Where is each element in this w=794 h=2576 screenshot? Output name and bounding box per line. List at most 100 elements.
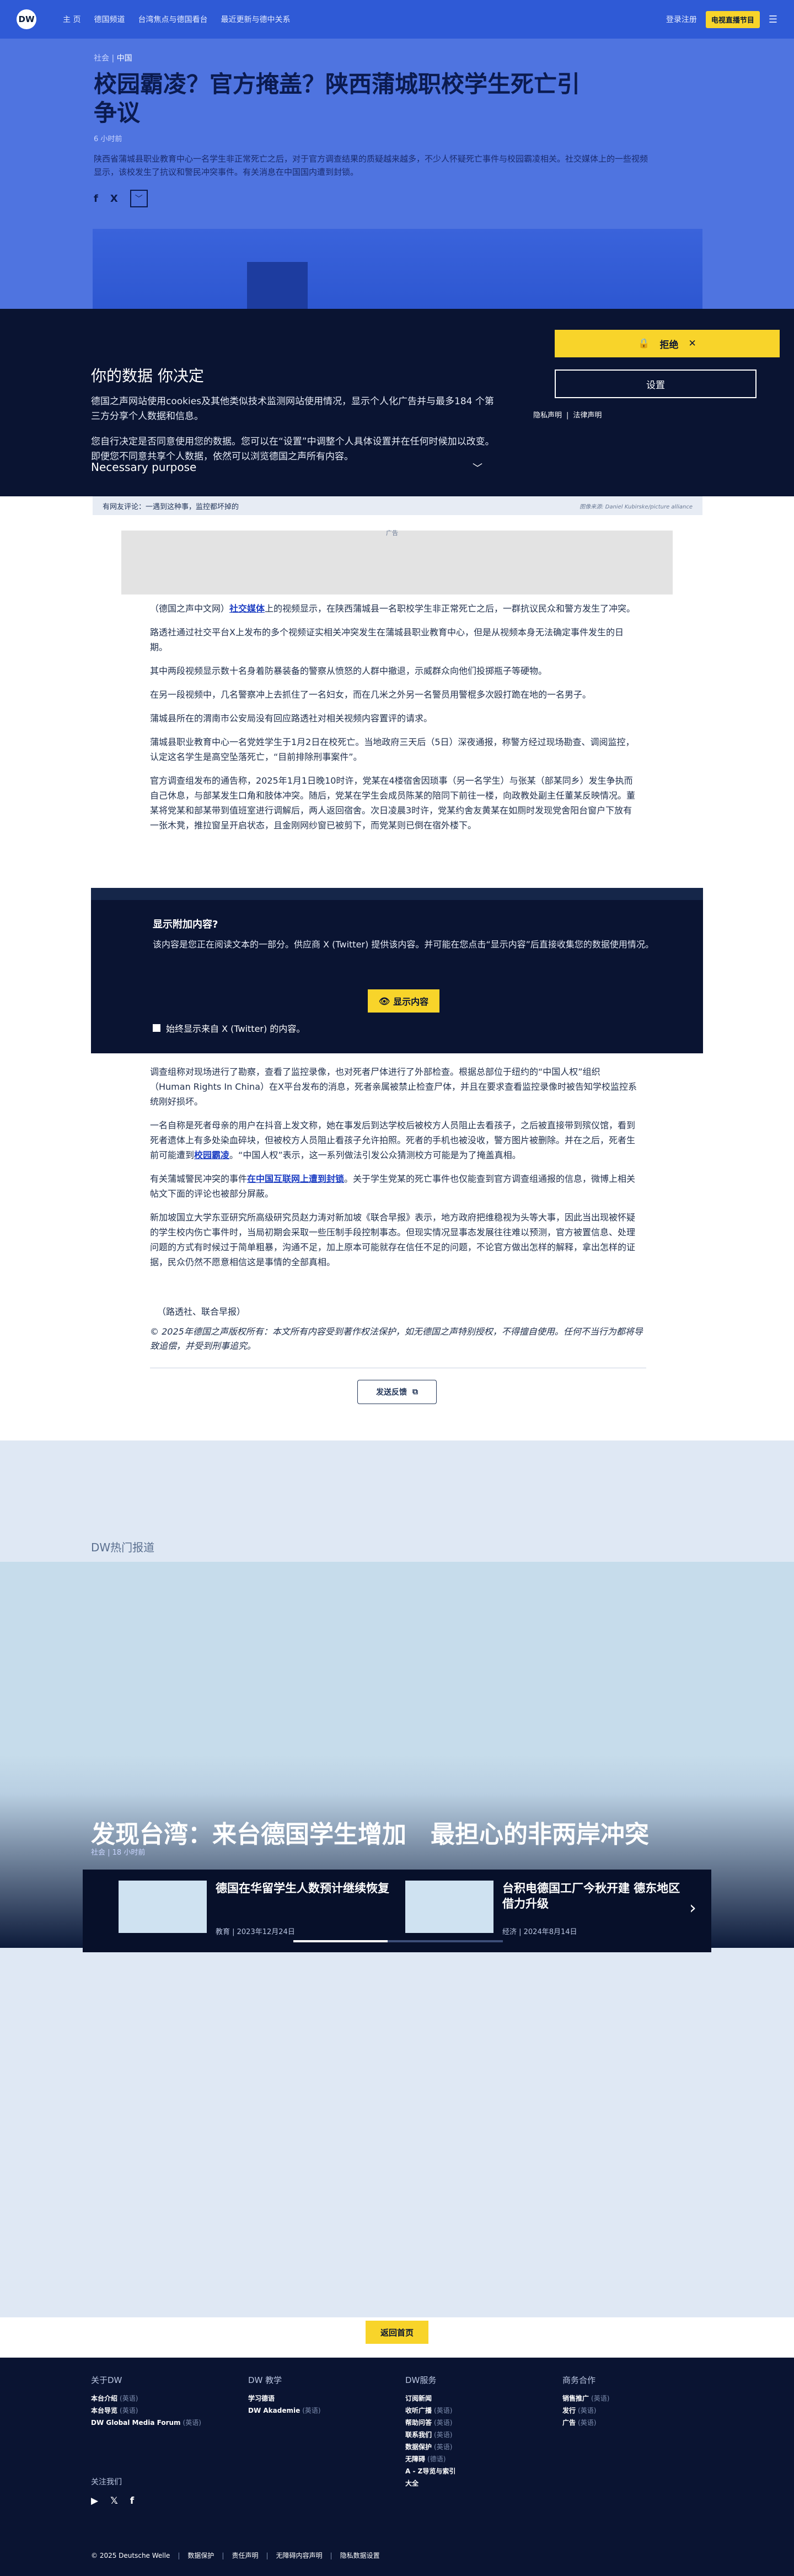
copyright-notice: © 2025年德国之声版权所有：本文所有内容受到著作权法保护，如无德国之声特别授… [150, 1326, 643, 1351]
article-body-2: 调查组称对现场进行了勘察，查看了监控录像，也对死者尸体进行了外部检查。根据总部位… [150, 1064, 641, 1278]
footer-column: DW服务 订阅新闻 收听广播 (英语) 帮助问答 (英语) 联系我们 (英语) 数据保… [405, 2374, 549, 2489]
embed-description: 该内容是您正在阅读文本的一部分。供应商 X (Twitter) 提供该内容。并可… [153, 939, 654, 950]
breadcrumb-section[interactable]: 社会 | [94, 54, 114, 63]
cookie-text-1: 德国之声网站使用cookies及其他类似技术监测网站使用情况，显示个人化广告并与… [91, 396, 494, 422]
show-content-label: 显示内容 [393, 997, 429, 1007]
always-show-checkbox[interactable] [153, 1024, 160, 1032]
cookie-links: 隐私声明 | 法律声明 [533, 411, 602, 420]
teaser-title: 德国在华留学生人数预计继续恢复 [216, 1882, 389, 1895]
follow-label: 关注我们 [91, 2478, 122, 2487]
footer-link[interactable]: A - Z导览与索引 [405, 2465, 549, 2477]
legal-link[interactable]: 隐私数据设置 [340, 2551, 380, 2560]
image-credit: 图像来源: Daniel Kubirske/picture alliance [580, 504, 693, 510]
teaser-title: 台积电德国工厂今秋开建 德东地区借力升级 [502, 1882, 680, 1910]
footer-link[interactable]: 本台介绍 (英语) [91, 2392, 234, 2404]
chevron-down-icon[interactable]: ﹀ [130, 190, 148, 207]
article-title: 校园霸凌？官方掩盖？陕西蒲城职校学生死亡引争议 [94, 71, 581, 126]
cookie-title: 你的数据 你决定 [91, 367, 204, 385]
eye-icon: 👁 [378, 995, 390, 1006]
always-show-label: 始终显示来自 X (Twitter) 的内容。 [166, 1024, 305, 1034]
external-content-embed: 显示附加内容? 该内容是您正在阅读文本的一部分。供应商 X (Twitter) … [91, 888, 703, 1053]
login-link[interactable]: 登录注册 [666, 14, 697, 25]
article-hero: 社会 | 中国 校园霸凌？官方掩盖？陕西蒲城职校学生死亡引争议 6 小时前 陕西… [0, 39, 794, 347]
footer-heading: 关于DW [91, 2375, 122, 2385]
ad-placeholder [121, 531, 673, 595]
paragraph: 蒲城县职业教育中心一名党姓学生于1月2日在校死亡。当地政府三天后（5日）深夜通报… [150, 737, 635, 762]
inline-link[interactable]: 社交媒体 [229, 603, 265, 614]
nav-item-home[interactable]: 主 页 [63, 14, 81, 25]
teaser-card[interactable]: 德国在华留学生人数预计继续恢复 教育 | 2023年12月24日 [119, 1881, 394, 1936]
teaser-card[interactable]: 台积电德国工厂今秋开建 德东地区借力升级 经济 | 2024年8月14日 [405, 1881, 681, 1936]
ad-label: 广告 [386, 529, 398, 537]
footer-link[interactable]: 大全 [405, 2477, 549, 2489]
footer-heading: DW服务 [405, 2375, 437, 2385]
article-source: （路透社、联合早报） [157, 1306, 246, 1317]
article-body-1: （德国之声中文网）社交媒体上的视频显示，在陕西蒲城县一名职校学生非正常死亡之后，… [150, 601, 641, 842]
footer-heading: DW 教学 [248, 2375, 282, 2385]
chevron-right-icon[interactable]: › [689, 1897, 696, 1918]
live-tv-button[interactable]: 电视直播节目 [705, 10, 760, 28]
nav-item-germany[interactable]: 德国频道 [94, 14, 125, 25]
footer-link[interactable]: DW Global Media Forum (英语) [91, 2417, 234, 2429]
embed-title: 显示附加内容? [153, 919, 218, 930]
footer-link[interactable]: 帮助问答 (英语) [405, 2417, 549, 2429]
back-to-top-button[interactable]: 返回首页 [366, 2321, 428, 2344]
paragraph: 路透社通过社交平台X上发布的多个视频证实相关冲突发生在蒲城县职业教育中心，但是从… [150, 627, 624, 652]
legal-links: © 2025 Deutsche Welle | 数据保护 | 责任声明 | 无障碍内容… [91, 2551, 380, 2560]
x-icon[interactable]: 𝕏 [110, 2495, 118, 2507]
purpose-accordion[interactable]: Necessary purpose ﹀ [91, 460, 482, 475]
footer-link[interactable]: 联系我们 (英语) [405, 2429, 549, 2441]
paragraph: 一名自称是死者母亲的用户在抖音上发文称，她在事发后到达学校后被校方人员阻止去看孩… [150, 1120, 636, 1160]
breadcrumb: 社会 | 中国 [94, 52, 700, 63]
copyright-text: © 2025 Deutsche Welle [91, 2551, 170, 2559]
feedback-button[interactable]: 发送反馈 ⧉ [357, 1380, 437, 1404]
footer-link[interactable]: 本台导览 (英语) [91, 2404, 234, 2417]
settings-button[interactable]: 设置 [555, 369, 757, 398]
x-icon[interactable]: X [110, 193, 118, 205]
footer-link[interactable]: 发行 (英语) [562, 2404, 706, 2417]
footer-link[interactable]: DW Akademie (英语) [248, 2404, 391, 2417]
paragraph: 有关蒲城警民冲突的事件在中国互联网上遭到封锁。关于学生党某的死亡事件也仅能查到官… [150, 1174, 636, 1199]
facebook-icon[interactable]: f [130, 2495, 134, 2507]
purpose-label: Necessary purpose [91, 460, 197, 474]
reject-button[interactable]: 🔒 拒绝 ✕ [555, 330, 780, 357]
nav-item-latest[interactable]: 最近更新与德中关系 [221, 14, 290, 25]
footer-link[interactable]: 无障碍 (德语) [405, 2453, 549, 2465]
paragraph: 蒲城县所在的渭南市公安局没有回应路透社对相关视频内容置评的请求。 [150, 713, 433, 724]
breadcrumb-region[interactable]: 中国 [117, 54, 132, 63]
show-content-button[interactable]: 👁 显示内容 [368, 989, 439, 1013]
reject-label: 拒绝 [659, 339, 679, 351]
footer-link[interactable]: 数据保护 (英语) [405, 2441, 549, 2453]
youtube-icon[interactable]: ▶ [91, 2495, 98, 2507]
header-actions: 登录注册 电视直播节目 ☰ [666, 10, 777, 28]
site-header: DW 主 页 德国频道 台湾焦点与德国看台 最近更新与德中关系 登录注册 电视直… [0, 0, 794, 39]
article-date: 6 小时前 [94, 135, 122, 143]
legal-link[interactable]: 无障碍内容声明 [276, 2551, 323, 2560]
footer-column: 关于DW 本台介绍 (英语) 本台导览 (英语) DW Global Media F… [91, 2374, 234, 2429]
paragraph: 在另一段视频中，几名警察冲上去抓住了一名妇女，而在几米之外另一名警员用警棍多次殴… [150, 689, 592, 700]
footer-heading: 商务合作 [562, 2375, 596, 2385]
footer-link[interactable]: 订阅新闻 [405, 2392, 549, 2404]
dw-logo[interactable]: DW [17, 9, 36, 29]
privacy-link[interactable]: 隐私声明 [533, 411, 562, 420]
always-show-toggle[interactable]: 始终显示来自 X (Twitter) 的内容。 [153, 1021, 305, 1035]
footer-link[interactable]: 销售推广 (英语) [562, 2392, 706, 2404]
footer-link[interactable]: 学习德语 [248, 2392, 391, 2404]
legal-link[interactable]: 责任声明 [232, 2551, 258, 2560]
inline-link[interactable]: 在中国互联网上遭到封锁 [247, 1174, 344, 1184]
legal-link[interactable]: 数据保护 [187, 2551, 214, 2560]
image-caption: 有网友评论：一遇到这种事，监控都坏掉的 图像来源: Daniel Kubirsk… [93, 496, 702, 515]
footer-link[interactable]: 收听广播 (英语) [405, 2404, 549, 2417]
legal-link[interactable]: 法律声明 [573, 411, 602, 420]
hamburger-icon[interactable]: ☰ [769, 14, 777, 25]
feature-title[interactable]: 发现台湾：来台德国学生增加 最担心的非两岸冲突 [91, 1814, 649, 1850]
main-nav: 主 页 德国频道 台湾焦点与德国看台 最近更新与德中关系 [63, 14, 290, 25]
footer-link[interactable]: 广告 (英语) [562, 2417, 706, 2429]
cookie-text-2: 您自行决定是否同意使用您的数据。您可以在“设置”中调整个人具体设置并在任何时候加… [91, 436, 495, 462]
paragraph: 官方调查组发布的通告称，2025年1月1日晚10时许，党某在4楼宿舍因琐事（另一… [150, 775, 636, 831]
slider-progress-fill [293, 1940, 388, 1942]
nav-item-taiwan[interactable]: 台湾焦点与德国看台 [138, 14, 207, 25]
slider-progress [293, 1940, 503, 1942]
inline-link[interactable]: 校园霸凌 [194, 1150, 229, 1160]
facebook-icon[interactable]: f [94, 193, 98, 205]
